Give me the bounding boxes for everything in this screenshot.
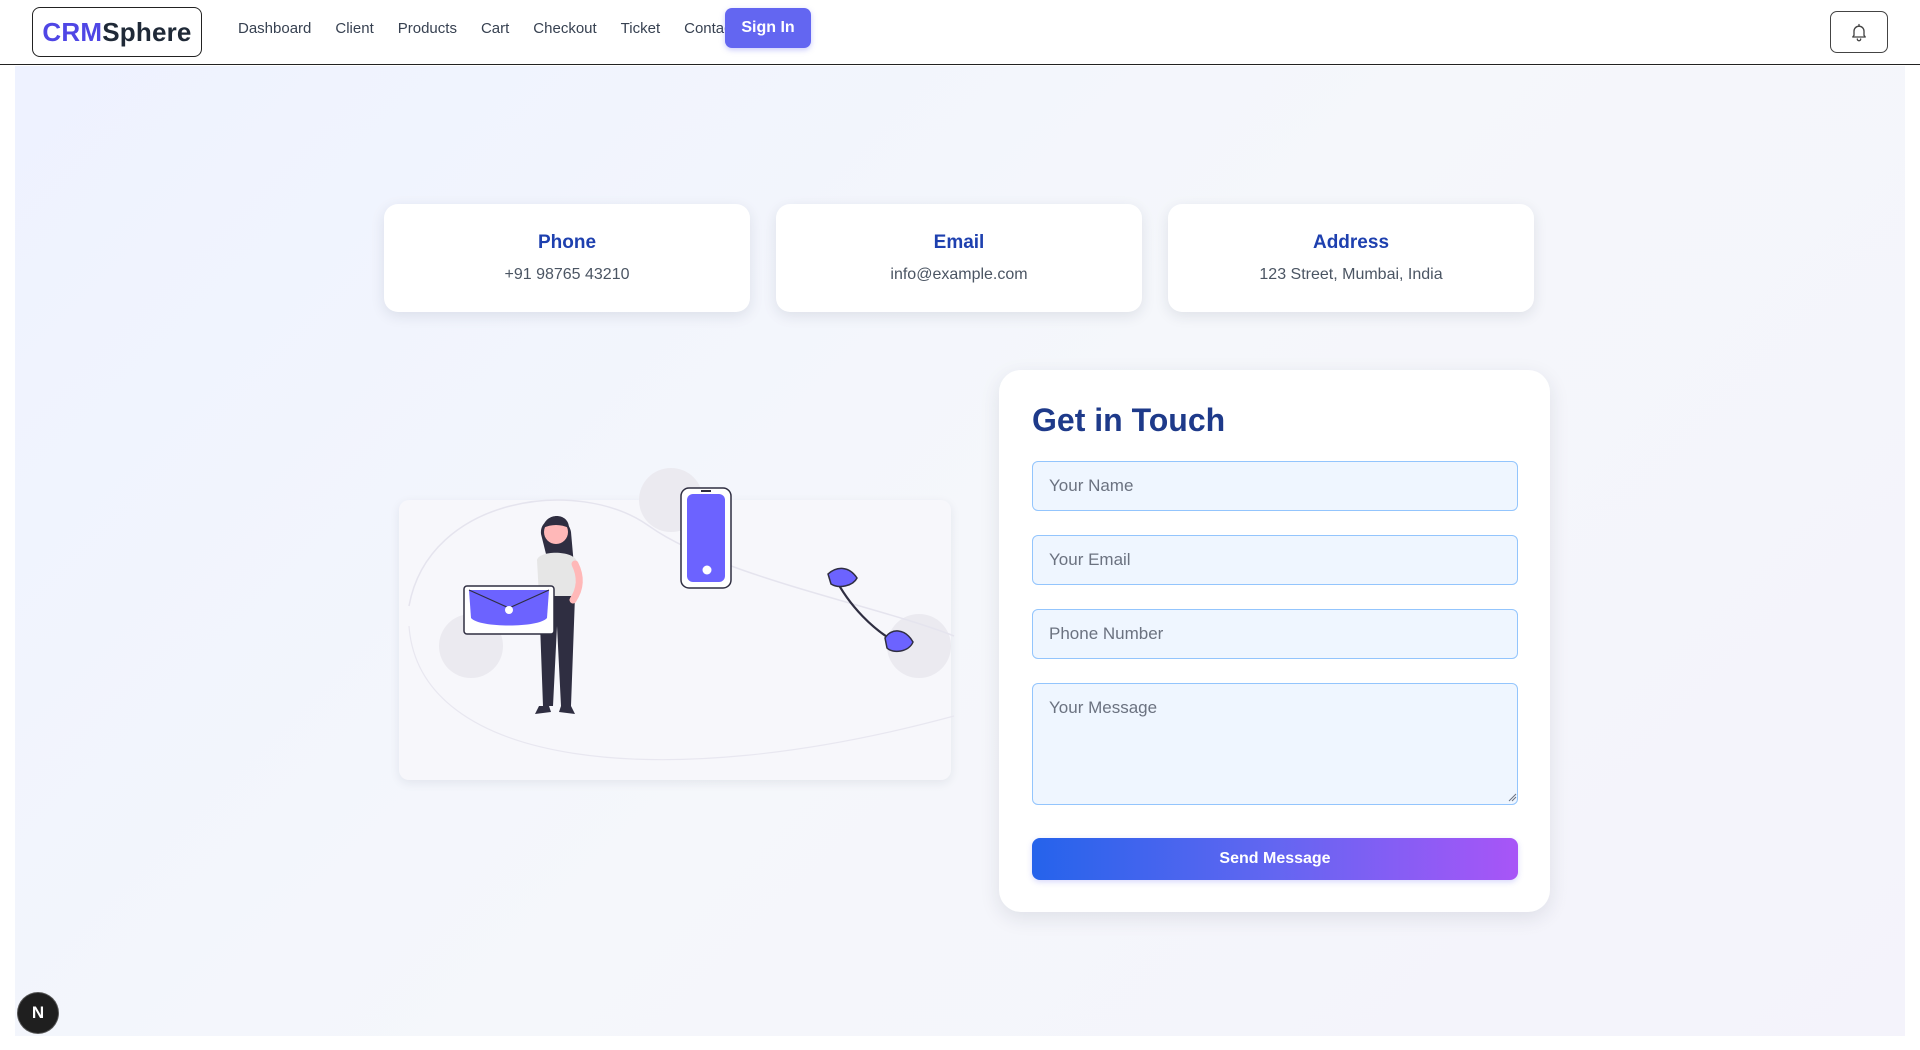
nav-link-cart[interactable]: Cart <box>481 20 509 37</box>
resize-handle-icon[interactable] <box>1507 792 1517 802</box>
nav-link-checkout[interactable]: Checkout <box>533 20 596 37</box>
phone-card-value: +91 98765 43210 <box>504 266 630 283</box>
phone-card-title: Phone <box>537 232 597 253</box>
framework-badge-label: N <box>31 1003 45 1022</box>
email-card-title: Email <box>933 232 985 253</box>
smartphone-icon <box>680 487 732 589</box>
sign-in-button[interactable]: Sign In <box>725 8 811 48</box>
notifications-button[interactable] <box>1830 11 1888 53</box>
contact-illustration <box>399 468 955 780</box>
contact-illustration-art <box>408 468 955 761</box>
contact-page: Phone +91 98765 43210 Email info@example… <box>15 66 1905 1036</box>
logo-text-sphere: Sphere <box>102 16 192 47</box>
email-input[interactable]: Your Email <box>1032 535 1518 585</box>
form-title: Get in Touch <box>1032 402 1226 438</box>
logo-text-crm: CRM <box>42 16 103 47</box>
bell-icon <box>1852 23 1866 42</box>
main-nav: Dashboard Client Products Cart Checkout … <box>238 0 760 56</box>
address-card-title: Address <box>1312 232 1390 253</box>
nav-link-products[interactable]: Products <box>398 20 457 37</box>
nav-link-client[interactable]: Client <box>335 20 373 37</box>
contact-form: Get in Touch Your Name Your Email Phone … <box>999 370 1550 912</box>
phone-input[interactable]: Phone Number <box>1032 609 1518 659</box>
brand-logo[interactable]: CRM Sphere <box>32 7 202 57</box>
nav-link-ticket[interactable]: Ticket <box>621 20 660 37</box>
email-card: Email info@example.com <box>776 204 1142 312</box>
name-input[interactable]: Your Name <box>1032 461 1518 511</box>
laptop-icon <box>463 585 555 635</box>
address-card-value: 123 Street, Mumbai, India <box>1259 266 1443 283</box>
nav-link-dashboard[interactable]: Dashboard <box>238 20 311 37</box>
send-message-button[interactable]: Send Message <box>1032 838 1518 880</box>
email-card-value: info@example.com <box>890 266 1028 283</box>
address-card: Address 123 Street, Mumbai, India <box>1168 204 1534 312</box>
message-textarea[interactable]: Your Message <box>1032 683 1518 805</box>
framework-badge[interactable]: N <box>18 993 58 1033</box>
phone-card: Phone +91 98765 43210 <box>384 204 750 312</box>
top-navbar: CRM Sphere Dashboard Client Products Cart… <box>0 0 1920 65</box>
